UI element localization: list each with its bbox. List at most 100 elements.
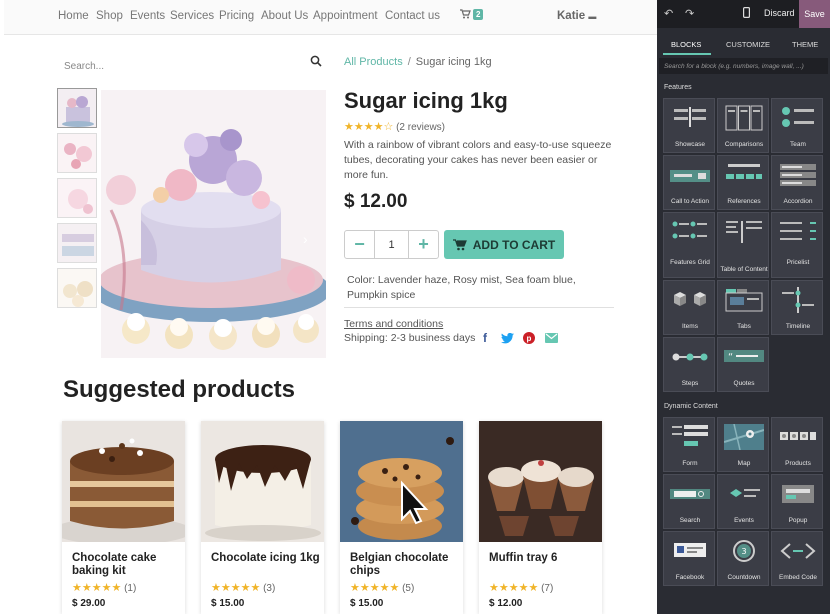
nav-link-contact-us[interactable]: Contact us (385, 10, 440, 22)
search-icon[interactable] (310, 55, 322, 67)
references-icon (726, 164, 762, 179)
email-icon[interactable] (544, 331, 558, 345)
terms-link[interactable]: Terms and conditions (344, 318, 443, 330)
block-embed-code[interactable]: Embed Code (771, 531, 823, 586)
nav-link-about-us[interactable]: About Us (261, 10, 308, 22)
share-links: f p (478, 331, 558, 345)
block-steps[interactable]: Steps (663, 337, 715, 392)
block-countdown[interactable]: 3 Countdown (717, 531, 769, 586)
block-label: Accordion (783, 198, 813, 205)
product-card-price: $ 12.00 (489, 598, 523, 609)
tab-customize[interactable]: CUSTOMIZE (726, 40, 770, 49)
product-card-name[interactable]: Belgian chocolate chips (350, 552, 460, 578)
rating-count: (3) (263, 583, 276, 594)
carousel-next-arrow[interactable]: › (303, 231, 308, 247)
undo-icon[interactable]: ↶ (664, 7, 673, 20)
breadcrumb: All Products / Sugar icing 1kg (344, 56, 492, 68)
product-card[interactable]: Chocolate cake baking kit ★★★★★ (1) $ 29… (62, 421, 185, 614)
redo-icon[interactable]: ↷ (685, 7, 694, 20)
product-thumbnail[interactable] (57, 133, 97, 173)
breadcrumb-all-products[interactable]: All Products (344, 56, 403, 68)
product-card[interactable]: Chocolate icing 1kg ★★★★★ (3) $ 15.00 (201, 421, 324, 614)
block-label: Events (734, 517, 754, 524)
embed-code-icon (780, 543, 816, 559)
showcase-icon (674, 107, 706, 127)
star-rating-icon: ★★★★★ (350, 582, 400, 594)
editor-toolbar: ↶ ↷ Discard Save (657, 0, 830, 28)
save-button[interactable]: Save (799, 0, 830, 28)
product-rating[interactable]: ★★★★☆ (2 reviews) (344, 120, 445, 133)
mobile-preview-icon[interactable] (743, 7, 751, 21)
block-references[interactable]: References (717, 155, 769, 210)
nav-link-services[interactable]: Services (170, 10, 214, 22)
block-quotes[interactable]: “ Quotes (717, 337, 769, 392)
product-thumbnail[interactable] (57, 88, 97, 128)
block-call-to-action[interactable]: Call to Action (663, 155, 715, 210)
product-card-image (62, 421, 185, 542)
block-table-of-content[interactable]: Table of Content (717, 212, 769, 278)
cart-icon (460, 9, 471, 19)
product-card-name[interactable]: Muffin tray 6 (489, 552, 599, 565)
tab-theme[interactable]: THEME (792, 40, 818, 49)
product-card-name[interactable]: Chocolate icing 1kg (211, 552, 321, 565)
nav-link-events[interactable]: Events (130, 10, 165, 22)
product-card[interactable]: Muffin tray 6 ★★★★★ (7) $ 12.00 (479, 421, 602, 614)
block-map[interactable]: Map (717, 417, 769, 472)
product-thumbnail[interactable] (57, 223, 97, 263)
top-navbar: Home Shop Events Services Pricing About … (4, 0, 657, 35)
add-to-cart-button[interactable]: ADD TO CART (444, 230, 564, 259)
block-label: Comparisons (724, 141, 764, 148)
block-label: Timeline (785, 323, 811, 330)
quantity-input[interactable] (374, 231, 409, 258)
nav-link-pricing[interactable]: Pricing (219, 10, 254, 22)
product-price: $ 12.00 (344, 191, 408, 212)
suggested-products-title: Suggested products (63, 376, 296, 403)
discard-button[interactable]: Discard (764, 8, 795, 18)
rating-count: (7) (541, 583, 554, 594)
block-search[interactable]: Search (663, 474, 715, 529)
facebook-icon[interactable]: f (478, 331, 492, 345)
product-thumbnail[interactable] (57, 178, 97, 218)
user-menu[interactable]: Katie ▬ (557, 10, 596, 22)
nav-link-home[interactable]: Home (58, 10, 89, 22)
block-timeline[interactable]: Timeline (771, 280, 823, 335)
block-team[interactable]: Team (771, 98, 823, 153)
product-card-name[interactable]: Chocolate cake baking kit (72, 552, 182, 578)
editor-tabs: BLOCKS CUSTOMIZE THEME (657, 36, 830, 56)
block-facebook[interactable]: Facebook (663, 531, 715, 586)
nav-link-appointment[interactable]: Appointment (313, 10, 378, 22)
block-popup[interactable]: Popup (771, 474, 823, 529)
decrease-quantity-button[interactable]: − (345, 231, 374, 258)
block-features-grid[interactable]: Features Grid (663, 212, 715, 278)
block-comparisons[interactable]: Comparisons (717, 98, 769, 153)
block-showcase[interactable]: Showcase (663, 98, 715, 153)
nav-link-shop[interactable]: Shop (96, 10, 123, 22)
form-icon (672, 425, 708, 446)
cart-icon (452, 238, 467, 250)
search-input[interactable] (64, 61, 294, 72)
twitter-icon[interactable] (500, 331, 514, 345)
block-items[interactable]: Items (663, 280, 715, 335)
cart-button[interactable]: 2 (460, 9, 484, 22)
block-products[interactable]: Products (771, 417, 823, 472)
product-search (64, 55, 326, 72)
block-pricelist[interactable]: Pricelist (771, 212, 823, 278)
block-accordion[interactable]: Accordion (771, 155, 823, 210)
increase-quantity-button[interactable]: + (409, 231, 438, 258)
block-label: Tabs (737, 323, 751, 330)
product-thumbnail[interactable] (57, 268, 97, 308)
star-rating-icon: ★★★★★ (72, 582, 122, 594)
star-rating-icon: ★★★★★ (211, 582, 261, 594)
product-card[interactable]: Belgian chocolate chips ★★★★★ (5) $ 15.0… (340, 421, 463, 614)
block-tabs[interactable]: Tabs (717, 280, 769, 335)
product-title: Sugar icing 1kg (344, 88, 508, 113)
block-events[interactable]: Events (717, 474, 769, 529)
block-label: Popup (788, 517, 808, 524)
pinterest-icon[interactable]: p (522, 331, 536, 345)
block-form[interactable]: Form (663, 417, 715, 472)
product-card-price: $ 29.00 (72, 598, 106, 609)
events-icon (730, 489, 760, 497)
star-rating-icon: ★★★★★ (489, 582, 539, 594)
block-search-input[interactable] (659, 58, 828, 74)
tab-blocks[interactable]: BLOCKS (671, 40, 701, 49)
